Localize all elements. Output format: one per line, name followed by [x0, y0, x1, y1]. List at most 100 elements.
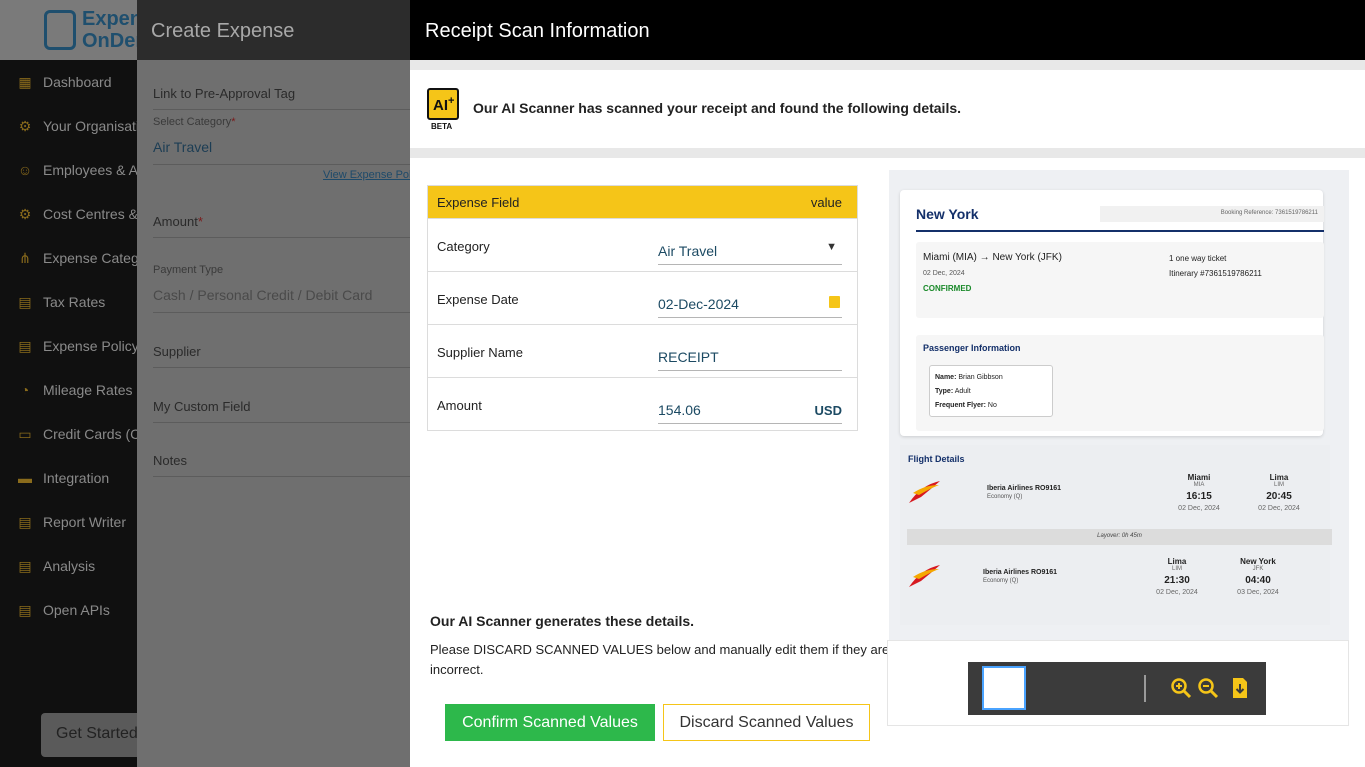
flight-arrival: New York JFK 04:40 03 Dec, 2024 — [1237, 557, 1279, 596]
report-writer-icon: ▤ — [18, 513, 32, 530]
trip-route: Miami (MIA) → New York (JFK) — [923, 252, 1062, 263]
zoom-out-icon[interactable] — [1197, 677, 1219, 699]
logo-icon — [44, 10, 76, 50]
employees-icon: ☺ — [17, 162, 33, 178]
supplier-field[interactable]: Supplier — [153, 344, 410, 368]
flight-airline: Iberia Airlines RO9161 — [987, 485, 1062, 492]
receipt-thumbnail[interactable] — [982, 666, 1026, 710]
sidebar-item-tax-rates[interactable]: ▤ Tax Rates — [0, 280, 137, 324]
booking-card: New York Booking Reference: 736151978621… — [900, 190, 1324, 436]
chevron-down-icon: ▼ — [826, 241, 837, 253]
table-row-supplier-name: Supplier Name RECEIPT — [428, 324, 857, 377]
amount-label: Amount — [437, 398, 482, 413]
sidebar-item-integration[interactable]: ▬ Integration — [0, 456, 137, 500]
trip-summary: Miami (MIA) → New York (JFK) 02 Dec, 202… — [916, 242, 1324, 318]
discard-scanned-values-button[interactable]: Discard Scanned Values — [663, 704, 870, 741]
generated-description: Please DISCARD SCANNED VALUES below and … — [430, 642, 890, 677]
supplier-name-input[interactable]: RECEIPT — [658, 341, 842, 371]
flight-details-section: Flight Details Iberia Airlines RO9161 Ec… — [900, 445, 1332, 625]
scanned-fields-table: Expense Field value Category Air Travel … — [427, 185, 858, 431]
sidebar-item-dashboard[interactable]: ▦ Dashboard — [0, 60, 137, 104]
sidebar-item-expense-policy[interactable]: ▤ Expense Policy — [0, 324, 137, 368]
expense-categories-icon: ⋔ — [19, 249, 31, 266]
viewer-toolbar — [968, 662, 1266, 715]
credit-cards-icon: ▭ — [18, 425, 32, 442]
column-expense-field: Expense Field — [437, 194, 520, 210]
airline-logo-icon — [909, 565, 940, 587]
itinerary-number: Itinerary #7361519786211 — [1169, 269, 1262, 278]
table-header: Expense Field value — [428, 186, 857, 218]
pre-approval-link[interactable]: Link to Pre-Approval Tag — [153, 86, 410, 110]
select-category-field[interactable]: Air Travel — [153, 139, 410, 165]
mileage-rates-icon: ◔ — [20, 382, 30, 398]
integration-icon: ▬ — [18, 470, 32, 486]
divider — [916, 230, 1324, 232]
flight-departure: Miami MIA 16:15 02 Dec, 2024 — [1178, 473, 1220, 512]
organisation-icon: ⚙ — [18, 117, 32, 134]
ai-scan-message: Our AI Scanner has scanned your receipt … — [473, 100, 962, 116]
ticket-type: 1 one way ticket — [1169, 254, 1227, 263]
sidebar-item-credit-cards[interactable]: ▭Credit Cards (CC) — [0, 412, 137, 456]
category-select[interactable]: Air Travel ▼ — [658, 235, 842, 265]
column-value: value — [810, 194, 842, 210]
download-icon[interactable] — [1229, 677, 1251, 699]
receipt-scan-modal: Receipt Scan Information AI+ BETA Our AI… — [410, 0, 1365, 767]
table-row-category: Category Air Travel ▼ — [428, 218, 857, 271]
layover-info: Layover: 0h 45m — [907, 529, 1332, 545]
payment-type-label: Payment Type — [153, 264, 224, 276]
passenger-section: Passenger Information Name: Brian Gibbso… — [916, 335, 1324, 431]
sidebar-item-report-writer[interactable]: ▤ Report Writer — [0, 500, 137, 544]
zoom-in-icon[interactable] — [1170, 677, 1192, 699]
create-expense-panel: Create Expense Link to Pre-Approval Tag … — [137, 0, 410, 767]
open-apis-icon: ▤ — [18, 601, 32, 618]
amount-field[interactable]: Amount* — [153, 214, 410, 238]
category-label: Category — [437, 239, 490, 254]
table-row-amount: Amount 154.06 USD — [428, 377, 857, 430]
notes-field[interactable]: Notes — [153, 453, 410, 477]
sidebar-item-cost-centres[interactable]: ⚙Cost Centres & Projects — [0, 192, 137, 236]
cost-centres-icon: ⚙ — [18, 205, 32, 222]
sidebar-item-organisation[interactable]: ⚙Your Organisation — [0, 104, 137, 148]
trip-date: 02 Dec, 2024 — [923, 270, 965, 277]
sidebar-item-employees[interactable]: ☺Employees & Approvers — [0, 148, 137, 192]
airline-logo-icon — [909, 481, 940, 503]
custom-field[interactable]: My Custom Field — [153, 399, 410, 423]
view-expense-policy-link[interactable]: View Expense Policy — [323, 169, 410, 181]
sidebar: Expense OnDemand ▦Dashboard ⚙Your Organi… — [0, 0, 137, 767]
flight-class: Economy (Q) — [983, 578, 1019, 584]
sidebar-item-analysis[interactable]: ▤ Analysis — [0, 544, 137, 588]
supplier-name-label: Supplier Name — [437, 345, 523, 360]
create-expense-title: Create Expense — [137, 0, 410, 60]
status-badge: CONFIRMED — [923, 284, 972, 293]
expense-date-input[interactable]: 02-Dec-2024 — [658, 288, 842, 318]
modal-title: Receipt Scan Information — [410, 0, 1365, 60]
divider — [410, 148, 1365, 158]
sidebar-item-mileage-rates[interactable]: ◔ Mileage Rates — [0, 368, 137, 412]
confirm-scanned-values-button[interactable]: Confirm Scanned Values — [445, 704, 655, 741]
passenger-title: Passenger Information — [923, 343, 1021, 353]
divider — [410, 60, 1365, 70]
dashboard-icon: ▦ — [18, 73, 32, 90]
select-category-label: Select Category* — [153, 116, 236, 128]
tax-rates-icon: ▤ — [18, 293, 32, 310]
calendar-icon[interactable] — [829, 296, 840, 308]
ai-scanner-icon: AI+ — [427, 88, 459, 120]
amount-input[interactable]: 154.06 USD — [658, 394, 842, 424]
table-row-expense-date: Expense Date 02-Dec-2024 — [428, 271, 857, 324]
sidebar-item-expense-categories[interactable]: ⋔Expense Categories — [0, 236, 137, 280]
logo-text: Expense OnDemand — [82, 8, 137, 52]
analysis-icon: ▤ — [18, 557, 32, 574]
logo: Expense OnDemand — [0, 0, 137, 60]
beta-label: BETA — [431, 122, 453, 131]
generated-title: Our AI Scanner generates these details. — [430, 613, 695, 629]
divider — [1144, 675, 1146, 702]
receipt-viewer — [887, 640, 1349, 726]
sidebar-item-open-apis[interactable]: ▤ Open APIs — [0, 588, 137, 632]
destination-city: New York — [916, 206, 979, 222]
expense-date-label: Expense Date — [437, 292, 519, 307]
receipt-preview: New York Booking Reference: 736151978621… — [889, 170, 1349, 640]
expense-policy-icon: ▤ — [18, 337, 32, 354]
payment-type-field[interactable]: Cash / Personal Credit / Debit Card — [153, 287, 410, 313]
flight-class: Economy (Q) — [987, 494, 1023, 500]
flight-details-title: Flight Details — [908, 454, 965, 464]
